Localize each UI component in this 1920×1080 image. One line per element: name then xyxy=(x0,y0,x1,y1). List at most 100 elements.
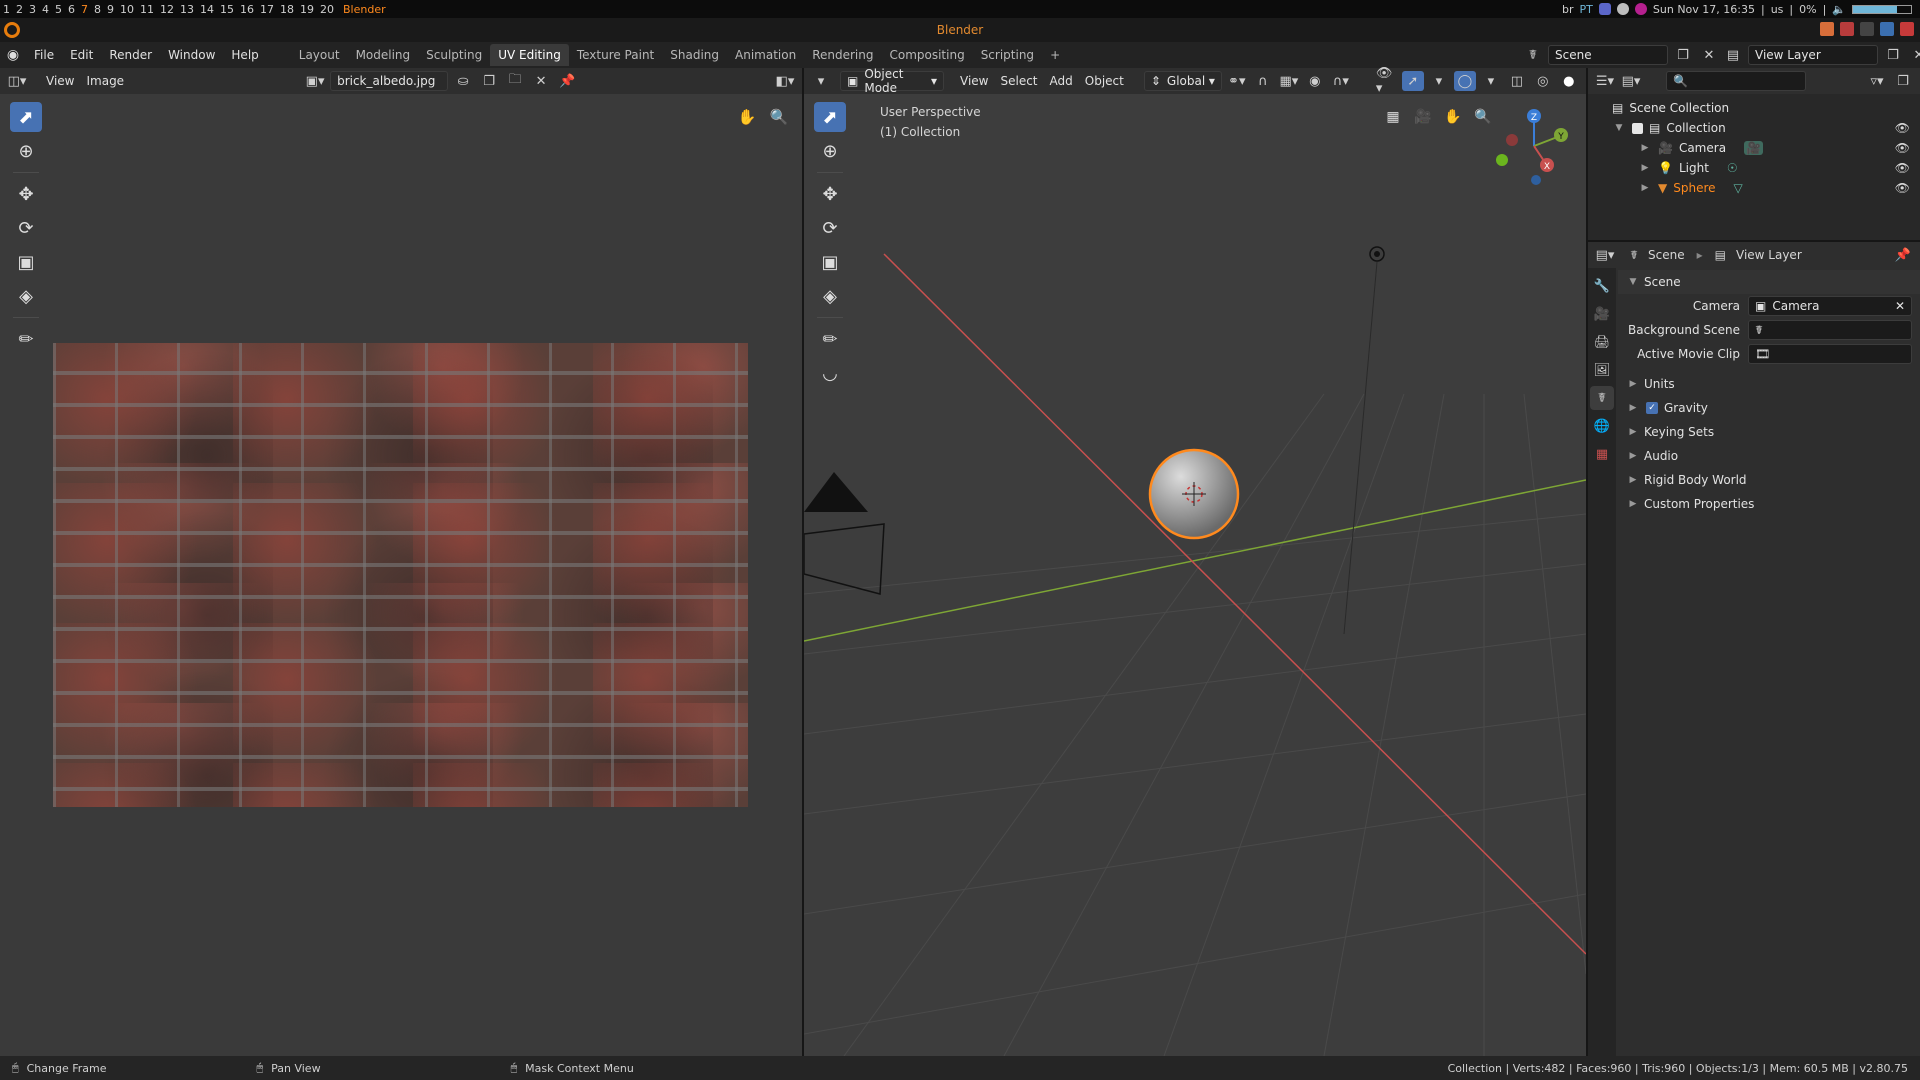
blender-menu-icon[interactable]: ◉ xyxy=(0,47,26,63)
open-image-icon[interactable]: 🗀 xyxy=(504,71,526,91)
discord-icon[interactable] xyxy=(1599,3,1611,15)
eye-icon[interactable]: 👁 xyxy=(1895,141,1910,155)
sphere-object[interactable] xyxy=(1150,450,1238,538)
add-workspace-button[interactable]: + xyxy=(1042,44,1068,66)
workspace-1[interactable]: 1 xyxy=(0,3,13,16)
chevron-down-icon[interactable]: ▼ xyxy=(1612,123,1626,133)
eye-icon[interactable]: 👁 xyxy=(1895,121,1910,135)
scene-icon[interactable]: ☤ xyxy=(1522,45,1544,65)
display-mode-icon[interactable]: ▤▾ xyxy=(1620,71,1642,91)
workspace-6[interactable]: 6 xyxy=(65,3,78,16)
cursor-tool-icon[interactable]: ⊕ xyxy=(10,136,42,166)
object-mode-dropdown[interactable]: ▣ Object Mode ▾ xyxy=(840,71,944,91)
workspace-17[interactable]: 17 xyxy=(257,3,277,16)
overlay-dropdown-icon[interactable]: ▾ xyxy=(1480,71,1502,91)
tab-texture-paint[interactable]: Texture Paint xyxy=(569,44,662,66)
snap-target-icon[interactable]: ▦▾ xyxy=(1278,71,1300,91)
menu-file[interactable]: File xyxy=(26,48,62,62)
tab-compositing[interactable]: Compositing xyxy=(881,44,972,66)
outliner-item-sphere[interactable]: ▶ ▼ Sphere ▽ 👁 xyxy=(1588,178,1920,198)
workspace-3[interactable]: 3 xyxy=(26,3,39,16)
gizmo-dropdown-icon[interactable]: ▾ xyxy=(1428,71,1450,91)
menu-window[interactable]: Window xyxy=(160,48,223,62)
pin-image-icon[interactable]: 📌 xyxy=(556,71,578,91)
scene-panel-header[interactable]: ▼ Scene xyxy=(1618,270,1920,294)
render-tab-icon[interactable]: 🎥 xyxy=(1590,302,1614,326)
world-tab-icon[interactable]: 🌐 xyxy=(1590,414,1614,438)
tool-tab-icon[interactable]: 🔧 xyxy=(1590,274,1614,298)
window-icon-1[interactable] xyxy=(1820,22,1834,36)
pt-label[interactable]: PT xyxy=(1580,3,1593,16)
gravity-checkbox[interactable]: ✓ xyxy=(1646,402,1658,414)
keyboard-layout[interactable]: us xyxy=(1771,3,1784,16)
falloff-icon[interactable]: ∩▾ xyxy=(1330,71,1352,91)
viewport-menu-view[interactable]: View xyxy=(954,72,994,90)
overlay-toggle-icon[interactable]: ◯ xyxy=(1454,71,1476,91)
menu-render[interactable]: Render xyxy=(101,48,160,62)
workspace-2[interactable]: 2 xyxy=(13,3,26,16)
pin-icon[interactable] xyxy=(1860,22,1874,36)
pivot-icon[interactable]: ⚭▾ xyxy=(1226,71,1248,91)
clear-icon[interactable]: ✕ xyxy=(1895,299,1905,313)
select-box-tool-icon[interactable]: ⬈ xyxy=(814,102,846,132)
units-panel[interactable]: ▶ Units xyxy=(1618,372,1920,396)
tab-animation[interactable]: Animation xyxy=(727,44,804,66)
workspace-9[interactable]: 9 xyxy=(104,3,117,16)
chevron-right-icon[interactable]: ▶ xyxy=(1638,163,1652,173)
workspace-11[interactable]: 11 xyxy=(137,3,157,16)
workspace-14[interactable]: 14 xyxy=(197,3,217,16)
active-movie-clip-field[interactable]: 🎞 xyxy=(1748,344,1912,364)
snap-icon[interactable]: ∩ xyxy=(1252,71,1274,91)
tab-scripting[interactable]: Scripting xyxy=(973,44,1042,66)
light-object[interactable] xyxy=(1344,247,1384,634)
gizmo-toggle-icon[interactable]: ➚ xyxy=(1402,71,1424,91)
checkbox-icon[interactable] xyxy=(1632,123,1643,134)
pan-hand-icon[interactable]: ✋ xyxy=(1440,104,1466,130)
minimize-icon[interactable] xyxy=(1880,22,1894,36)
workspace-10[interactable]: 10 xyxy=(117,3,137,16)
texture-tab-icon[interactable]: ▦ xyxy=(1590,442,1614,466)
measure-tool-icon[interactable]: ◡ xyxy=(814,358,846,388)
workspace-12[interactable]: 12 xyxy=(157,3,177,16)
layout-code[interactable]: br xyxy=(1562,3,1574,16)
workspace-15[interactable]: 15 xyxy=(217,3,237,16)
tab-rendering[interactable]: Rendering xyxy=(804,44,881,66)
viewport-editor-type-icon[interactable]: ⮖▾ xyxy=(810,71,832,91)
navigation-gizmo[interactable]: Z Y X xyxy=(1494,106,1574,186)
outliner-item-scene-collection[interactable]: ▤ Scene Collection xyxy=(1588,98,1920,118)
speaker-icon[interactable]: 🔈 xyxy=(1832,3,1846,16)
image-browse-icon[interactable]: ▣▾ xyxy=(304,71,326,91)
zoom-icon[interactable]: 🔍 xyxy=(766,104,792,130)
tab-shading[interactable]: Shading xyxy=(662,44,727,66)
outliner-item-light[interactable]: ▶ 💡 Light ☉ 👁 xyxy=(1588,158,1920,178)
image-name-field[interactable]: brick_albedo.jpg xyxy=(330,71,448,91)
xray-icon[interactable]: ◫ xyxy=(1506,71,1528,91)
workspace-4[interactable]: 4 xyxy=(39,3,52,16)
fake-user-icon[interactable]: ⛀ xyxy=(452,71,474,91)
zoom-icon[interactable]: 🔍 xyxy=(1470,104,1496,130)
move-tool-icon[interactable]: ✥ xyxy=(814,179,846,209)
annotate-tool-icon[interactable]: ✏ xyxy=(814,324,846,354)
new-image-icon[interactable]: ❐ xyxy=(478,71,500,91)
view-layer-icon[interactable]: ▤ xyxy=(1722,45,1744,65)
properties-scene-label[interactable]: Scene xyxy=(1648,248,1685,262)
image-menu-image[interactable]: Image xyxy=(80,72,130,90)
eye-icon[interactable]: 👁 xyxy=(1895,161,1910,175)
gravity-panel[interactable]: ▶ ✓ Gravity xyxy=(1618,396,1920,420)
viewport-menu-select[interactable]: Select xyxy=(994,72,1043,90)
tab-modeling[interactable]: Modeling xyxy=(348,44,419,66)
new-collection-icon[interactable]: ❐ xyxy=(1892,71,1914,91)
proportional-edit-icon[interactable]: ◉ xyxy=(1304,71,1326,91)
menu-edit[interactable]: Edit xyxy=(62,48,101,62)
cursor-tool-icon[interactable]: ⊕ xyxy=(814,136,846,166)
rotate-tool-icon[interactable]: ⟳ xyxy=(10,213,42,243)
camera-view-icon[interactable]: 🎥 xyxy=(1410,104,1436,130)
new-view-layer-icon[interactable]: ❐ xyxy=(1882,45,1904,65)
outliner-item-collection[interactable]: ▼ ▤ Collection 👁 xyxy=(1588,118,1920,138)
viewport-menu-add[interactable]: Add xyxy=(1044,72,1079,90)
editor-type-icon[interactable]: ◫▾ xyxy=(6,71,28,91)
rigid-body-world-panel[interactable]: ▶ Rigid Body World xyxy=(1618,468,1920,492)
scene-field[interactable]: Scene xyxy=(1548,45,1668,65)
delete-view-layer-icon[interactable]: ✕ xyxy=(1908,45,1920,65)
properties-editor-type-icon[interactable]: ▤▾ xyxy=(1594,245,1616,265)
